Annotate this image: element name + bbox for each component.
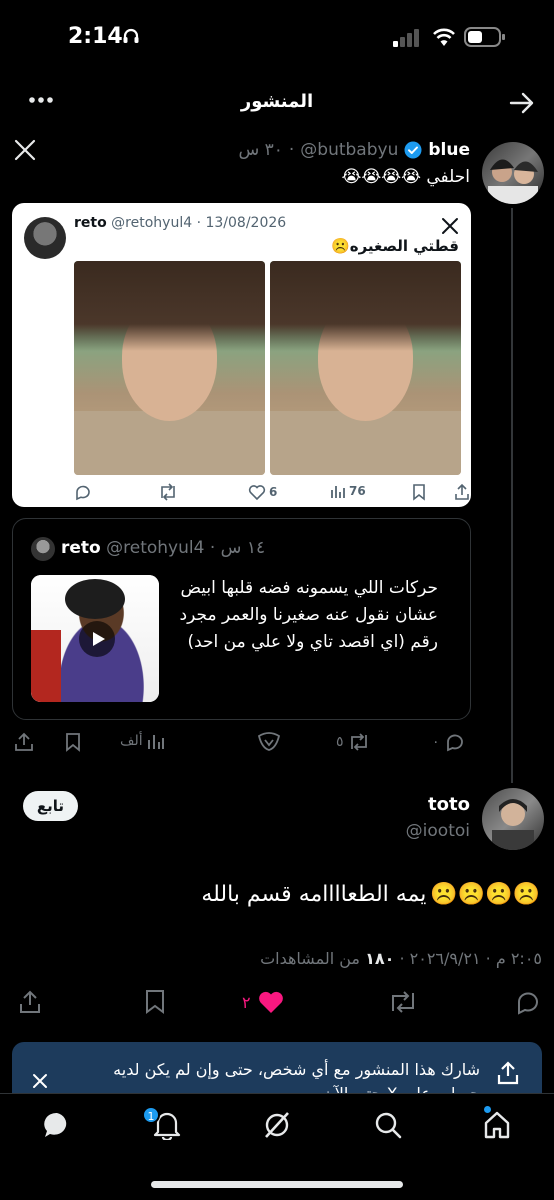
tweet-text: قطتي الصغيره☹️ [331,237,459,255]
author-handle: @retohyul4 [111,215,193,231]
views-count: ١٨٠ [365,949,395,968]
author-handle[interactable]: @iootoi [406,821,470,841]
main-tweet-actions: ٢ [14,989,544,1019]
embedded-tweet-header: reto @retohyul4 · 13/08/2026 [74,215,286,231]
like-button[interactable]: ٢ [242,989,285,1015]
page-title: المنشور [240,91,314,112]
embedded-tweet-image[interactable]: reto @retohyul4 · 13/08/2026 قطتي الصغير… [12,203,471,507]
headphones-icon [122,27,140,45]
x-logo-icon [441,217,459,235]
like-count: ٢ [242,992,251,1012]
messages-icon[interactable] [42,1110,72,1140]
more-options-icon[interactable] [28,95,54,105]
grok-icon[interactable] [256,732,282,752]
author-name: reto [61,538,101,558]
separator: · [209,538,216,558]
tweet-date: 13/08/2026 [205,215,287,231]
avatar[interactable] [482,142,544,204]
quoted-tweet-text: حركات اللي يسمونه فضه قلبها ابيض عشان نق… [179,578,438,652]
repost-button[interactable] [388,989,418,1015]
bookmark-button[interactable] [144,989,166,1015]
tweet-meta: ٢:٠٥ م · ٢٠٢٦/٩/٢١ · ١٨٠ من المشاهدات [260,949,542,968]
author-handle[interactable]: @butbabyu [300,140,398,160]
search-icon[interactable] [373,1110,403,1140]
author-name: reto [74,215,107,231]
photo [74,261,265,475]
follow-button[interactable]: تابع [23,791,78,821]
home-icon[interactable] [482,1110,512,1140]
embedded-actions: 6 76 [74,483,469,503]
bookmark-icon [412,483,426,501]
video-thumbnail[interactable] [31,575,159,702]
photo [270,261,461,475]
share-button[interactable] [18,989,42,1015]
reply-button[interactable] [514,989,542,1015]
author-name[interactable]: blue [428,140,470,160]
quoted-tweet[interactable]: reto @retohyul4 · ١٤ س حركات اللي يسمونه… [12,518,471,720]
tweet-timestamp: ٢:٠٥ م · ٢٠٢٦/٩/٢١ [409,949,542,968]
share-icon [454,483,470,501]
grok-icon[interactable] [262,1110,292,1140]
parent-tweet-actions: ألف ٥ ٠ [12,732,472,756]
separator: · [394,949,405,968]
separator: · [196,215,202,231]
main-tweet-text: يمه الطعاااامه قسم بالله ☹️☹️☹️☹️ [201,882,540,907]
close-icon[interactable] [32,1073,48,1089]
separator: · [288,140,295,160]
share-icon[interactable] [496,1060,520,1086]
repost-icon [158,483,178,501]
avatar [24,217,66,259]
tweet-text: يمه الطعاااامه قسم بالله [201,882,427,907]
tweet-text: احلفي 😭😭😭😭 [341,167,471,187]
wifi-icon [432,27,456,47]
battery-icon [464,26,506,48]
repost-button[interactable]: ٥ [336,732,370,752]
parent-tweet-header: blue @butbabyu · ٣٠ س [238,140,470,160]
notification-badge: 1 [142,1106,160,1124]
home-indicator-dot [484,1106,491,1113]
view-count: 76 [330,483,366,499]
status-time: 2:14 [68,24,123,49]
views-label: من المشاهدات [260,949,360,968]
thread-connector [511,208,513,783]
bookmark-button[interactable] [64,732,82,752]
reply-icon [74,483,92,501]
quoted-tweet-header: reto @retohyul4 · ١٤ س [61,538,265,558]
share-button[interactable] [14,732,34,752]
author-name[interactable]: toto [428,794,470,815]
views-button[interactable]: ألف [120,732,165,750]
cellular-signal-icon [393,29,421,47]
avatar [31,537,55,561]
tweet-time: ١٤ س [220,538,266,558]
home-indicator-bar [151,1181,403,1188]
play-icon[interactable] [79,621,115,657]
author-handle: @retohyul4 [106,538,205,558]
reply-button[interactable]: ٠ [432,732,466,752]
frown-emojis: ☹️☹️☹️☹️ [430,882,540,907]
x-logo-icon [14,139,36,161]
tweet-time: ٣٠ س [238,140,283,160]
like-count: 6 [248,483,277,501]
avatar[interactable] [482,788,544,850]
verified-badge-icon [404,141,422,159]
